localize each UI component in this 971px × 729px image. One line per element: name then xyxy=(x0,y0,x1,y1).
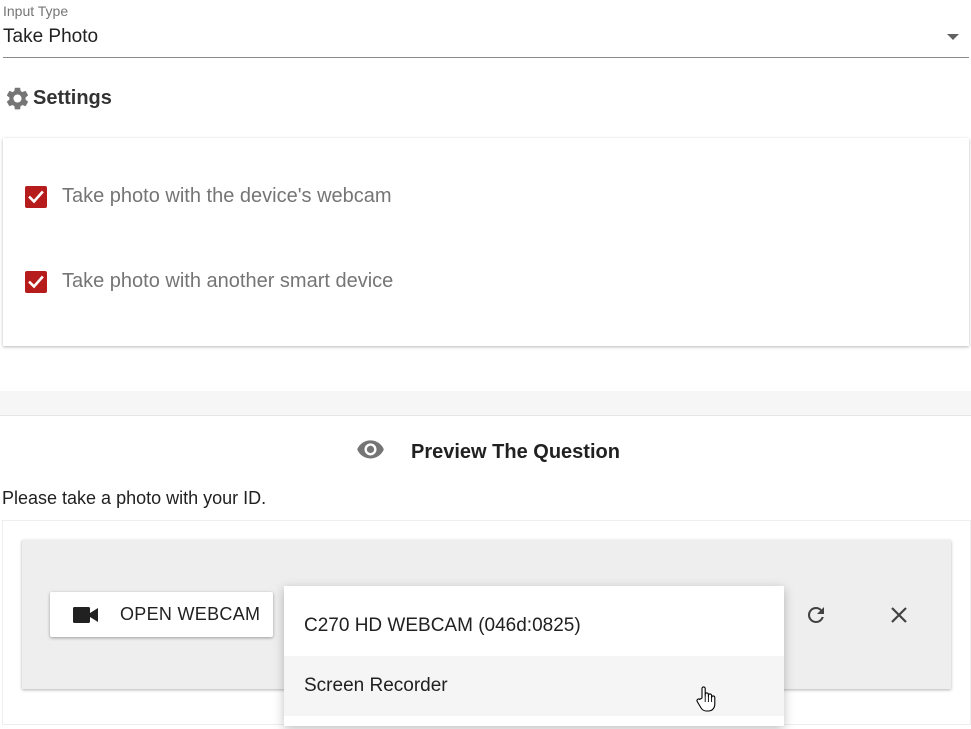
close-icon[interactable] xyxy=(887,603,911,627)
settings-title: Settings xyxy=(33,87,112,109)
question-text: Please take a photo with your ID. xyxy=(2,488,267,508)
refresh-icon[interactable] xyxy=(804,602,828,628)
input-type-label: Input Type xyxy=(3,3,69,19)
camera-option-label: C270 HD WEBCAM (046d:0825) xyxy=(304,615,581,636)
settings-card xyxy=(3,138,969,346)
section-divider xyxy=(0,391,971,415)
eye-icon xyxy=(356,439,385,461)
webcam-checkbox[interactable] xyxy=(25,186,47,208)
open-webcam-label: OPEN WEBCAM xyxy=(120,604,261,624)
open-webcam-button[interactable]: OPEN WEBCAM xyxy=(50,592,273,637)
webcam-option-label[interactable]: Take photo with the device's webcam xyxy=(62,185,392,208)
input-type-select[interactable]: Take Photo xyxy=(3,26,98,48)
videocam-icon xyxy=(73,606,99,624)
camera-option-webcam[interactable]: C270 HD WEBCAM (046d:0825) xyxy=(284,596,784,656)
gear-icon xyxy=(4,85,31,112)
camera-option-label: Screen Recorder xyxy=(304,675,448,696)
smart-device-checkbox[interactable] xyxy=(25,271,47,293)
smart-device-option-label[interactable]: Take photo with another smart device xyxy=(62,270,393,293)
hand-cursor-icon xyxy=(695,685,717,713)
section-divider-line xyxy=(0,415,971,416)
select-underline xyxy=(3,57,969,58)
caret-down-icon[interactable] xyxy=(947,34,959,40)
preview-title: Preview The Question xyxy=(411,441,620,463)
